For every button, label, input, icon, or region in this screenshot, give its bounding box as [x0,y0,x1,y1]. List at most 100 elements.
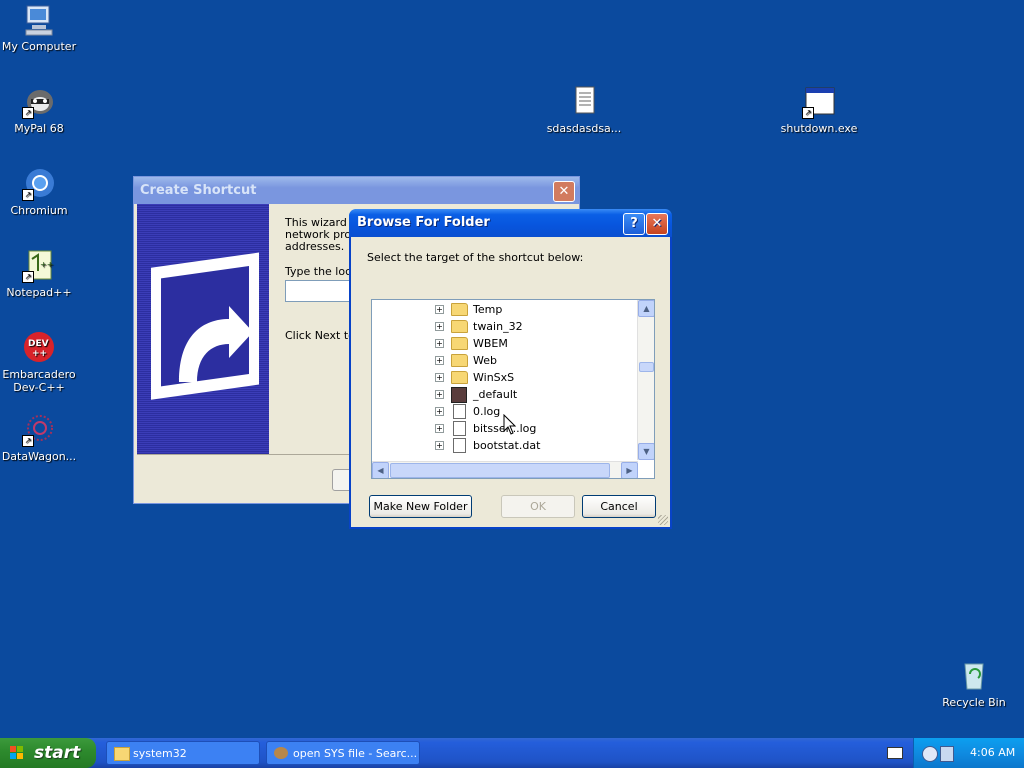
mouse-cursor-icon [503,414,517,435]
svg-text:DEV: DEV [28,339,49,349]
devcpp-icon: DEV ++ [22,331,56,365]
desktop-icon-label: Notepad++ [6,286,72,299]
taskbar-item-label: system32 [133,747,187,760]
close-icon[interactable]: ✕ [646,213,668,235]
dialog-title: Browse For Folder [357,215,490,230]
scroll-left-icon[interactable]: ◀ [372,462,389,478]
expand-plus-icon[interactable]: + [435,441,444,450]
help-icon[interactable]: ? [623,213,645,235]
folder-tree[interactable]: + Temp + twain_32 + WBEM + Web + WinSxS … [371,299,655,479]
vertical-scrollbar[interactable]: ▲ ▼ [637,300,654,460]
desktop-icon-notepadpp[interactable]: ++ ↗ Notepad++ [0,249,81,299]
folder-icon [451,371,468,384]
exe-window-icon: ↗ [802,85,836,119]
computer-icon [22,3,56,37]
raccoon-icon: ↗ [22,85,56,119]
file-icon [453,404,466,419]
desktop-icon-label: Embarcadero Dev-C++ [2,368,76,394]
expand-plus-icon[interactable]: + [435,356,444,365]
tree-item[interactable]: + WBEM [435,335,508,352]
tree-item[interactable]: + twain_32 [435,318,523,335]
expand-plus-icon[interactable]: + [435,373,444,382]
expand-plus-icon[interactable]: + [435,424,444,433]
horizontal-scrollbar[interactable]: ◀ ▶ [372,461,638,478]
desktop-icon-label: My Computer [1,40,77,53]
text-file-icon [567,85,601,119]
taskbar-item-label: open SYS file - Searc... [293,747,418,760]
cancel-button[interactable]: Cancel [582,495,656,518]
desktop-icon-label: DataWagon... [1,450,77,463]
search-dog-icon [274,747,288,759]
recycle-bin-icon [957,659,991,693]
desktop-icon-shutdown[interactable]: ↗ shutdown.exe [777,85,861,135]
expand-plus-icon[interactable]: + [435,322,444,331]
desktop-icon-label: Recycle Bin [942,696,1006,709]
network-icon[interactable] [922,746,938,762]
tree-item[interactable]: + _default [435,386,517,403]
desktop-icon-recycle-bin[interactable]: Recycle Bin [932,659,1016,709]
scroll-up-icon[interactable]: ▲ [638,300,654,317]
application-icon [451,386,467,403]
scroll-right-icon[interactable]: ▶ [621,462,638,478]
folder-icon [451,320,468,333]
wizard-intro-3: addresses. [285,240,345,253]
create-shortcut-titlebar[interactable]: Create Shortcut ✕ [134,177,579,204]
tree-item[interactable]: + Temp [435,301,502,318]
svg-text:++: ++ [40,260,53,269]
expand-plus-icon[interactable]: + [435,407,444,416]
tree-item[interactable]: + bootstat.dat [435,437,540,454]
taskbar-item-search[interactable]: open SYS file - Searc... [266,741,420,765]
folder-icon [451,303,468,316]
shortcut-arrow-icon: ↗ [22,189,34,201]
shortcut-arrow-icon: ↗ [802,107,814,119]
expand-plus-icon[interactable]: + [435,305,444,314]
scroll-down-icon[interactable]: ▼ [638,443,654,460]
start-button[interactable]: start [0,738,96,768]
ok-button[interactable]: OK [501,495,575,518]
shortcut-arrow-icon: ↗ [22,107,34,119]
start-label: start [34,743,81,763]
location-label: Type the loca [285,265,358,278]
keyboard-icon[interactable] [887,747,903,759]
scroll-thumb[interactable] [390,463,610,478]
resize-grip-icon[interactable] [658,515,668,525]
scroll-thumb[interactable] [639,362,654,372]
browse-for-folder-dialog: Browse For Folder ? ✕ Select the target … [349,209,672,529]
expand-plus-icon[interactable]: + [435,390,444,399]
desktop-icon-label: Chromium [10,204,68,217]
system-tray: 4:06 AM [913,738,1024,768]
taskbar-item-system32[interactable]: system32 [106,741,260,765]
close-icon[interactable]: ✕ [553,181,575,202]
file-icon [453,421,466,436]
folder-icon [114,747,130,761]
svg-text:++: ++ [32,349,47,359]
chromium-icon: ↗ [22,167,56,201]
desktop-icon-datawagon[interactable]: ↗ DataWagon... [0,413,81,463]
window-title: Create Shortcut [140,183,257,198]
make-new-folder-button[interactable]: Make New Folder [369,495,472,518]
desktop-icon-mypal[interactable]: ↗ MyPal 68 [0,85,81,135]
folder-icon [451,337,468,350]
tree-item[interactable]: + WinSxS [435,369,514,386]
notepadpp-icon: ++ ↗ [22,249,56,283]
desktop-icon-my-computer[interactable]: My Computer [0,3,81,53]
shortcut-arrow-icon: ↗ [22,271,34,283]
taskbar: start system32 open SYS file - Searc... … [0,738,1024,768]
expand-plus-icon[interactable]: + [435,339,444,348]
volume-icon[interactable] [940,746,954,762]
desktop-icon-chromium[interactable]: ↗ Chromium [0,167,81,217]
browse-dialog-titlebar[interactable]: Browse For Folder ? ✕ [349,209,672,237]
datawagon-icon: ↗ [22,413,56,447]
folder-icon [451,354,468,367]
desktop-icon-devcpp[interactable]: DEV ++ Embarcadero Dev-C++ [0,331,81,394]
instruction-text: Select the target of the shortcut below: [367,251,584,264]
tree-item[interactable]: + 0.log [435,403,500,420]
desktop-icon-label: sdasdasdsa... [546,122,622,135]
wizard-banner [137,204,269,454]
clock[interactable]: 4:06 AM [970,746,1015,759]
tree-item[interactable]: + bitsser...log [435,420,536,437]
tree-item[interactable]: + Web [435,352,497,369]
file-icon [453,438,466,453]
desktop-icon-sdasdasdsa[interactable]: sdasdasdsa... [542,85,626,135]
windows-logo-icon [10,746,23,759]
